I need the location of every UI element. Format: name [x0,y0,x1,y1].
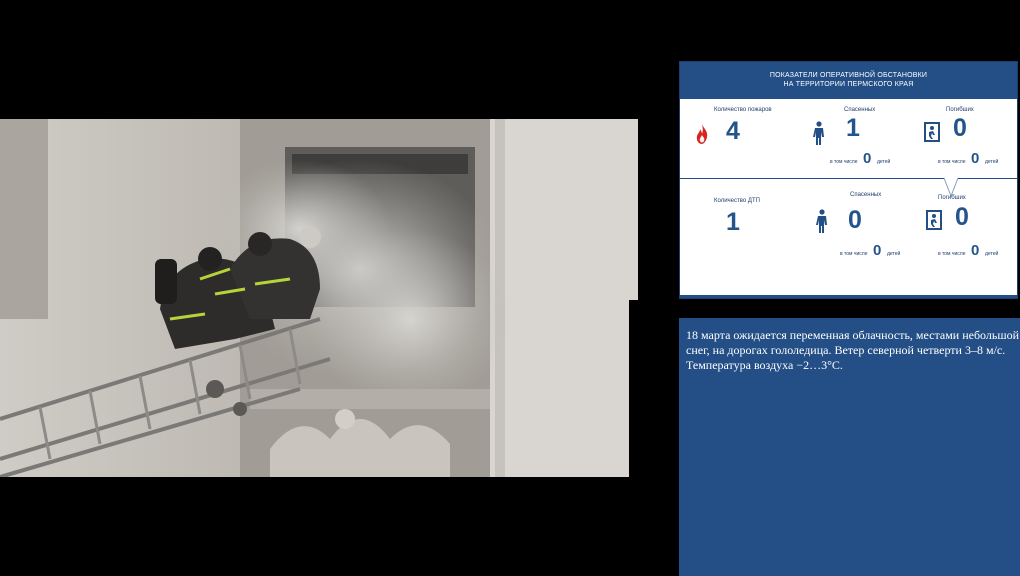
fires-rescued-children-count: 0 [863,150,872,167]
panel-title-line2: НА ТЕРРИТОРИИ ПЕРМСКОГО КРАЯ [783,81,914,88]
accidents-count: 1 [726,208,740,236]
fires-dead-children-suffix: детей [985,159,999,165]
accidents-count-label: Количество ДТП [714,198,760,204]
fires-dead-children-count: 0 [971,150,980,167]
accidents-rescued-children-prefix: в том числе [840,251,868,257]
fires-rescued-children-prefix: в том числе [830,159,858,165]
accidents-dead-count: 0 [955,203,969,231]
fires-rescued-label: Спасенных [844,107,876,113]
fires-count-label: Количество пожаров [714,107,772,113]
weather-line-2: снег, на дорогах гололедица. Ветер север… [686,343,1006,357]
fires-dead-count: 0 [953,114,967,142]
exit-door-icon [924,122,940,147]
operational-stats-panel: ПОКАЗАТЕЛИ ОПЕРАТИВНОЙ ОБСТАНОВКИ НА ТЕР… [679,61,1018,299]
panel-title-line1: ПОКАЗАТЕЛИ ОПЕРАТИВНОЙ ОБСТАНОВКИ [769,72,928,79]
fires-rescued-children-suffix: детей [877,159,891,165]
accidents-dead-children-count: 0 [971,242,980,259]
firefighters-photo [0,119,638,477]
rescued-person-icon [815,209,829,238]
row-divider [680,178,1017,179]
fire-icon [696,124,708,149]
weather-line-3: Температура воздуха −2…3°С. [686,358,843,372]
video-frame-gap [629,300,638,477]
fires-dead-children-prefix: в том числе [938,159,966,165]
accidents-rescued-label: Спасенных [850,192,882,198]
weather-line-1: 18 марта ожидается переменная облачность… [686,328,1020,342]
panel-header: ПОКАЗАТЕЛИ ОПЕРАТИВНОЙ ОБСТАНОВКИ НА ТЕР… [680,62,1017,99]
panel-footer-bar [680,295,1017,298]
accidents-rescued-count: 0 [848,206,862,234]
rescued-person-icon [812,121,826,150]
exit-door-icon [926,210,942,235]
accidents-dead-children-prefix: в том числе [938,251,966,257]
fires-count: 4 [726,117,740,145]
accidents-dead-label: Погибших [938,195,966,201]
accidents-rescued-children-suffix: детей [887,251,901,257]
weather-forecast-text: 18 марта ожидается переменная облачность… [686,328,1020,373]
fires-dead-label: Погибших [946,107,974,113]
fires-rescued-count: 1 [846,114,860,142]
weather-forecast-panel: 18 марта ожидается переменная облачность… [679,318,1020,576]
accidents-rescued-children-count: 0 [873,242,882,259]
accidents-dead-children-suffix: детей [985,251,999,257]
video-frame [0,119,638,477]
